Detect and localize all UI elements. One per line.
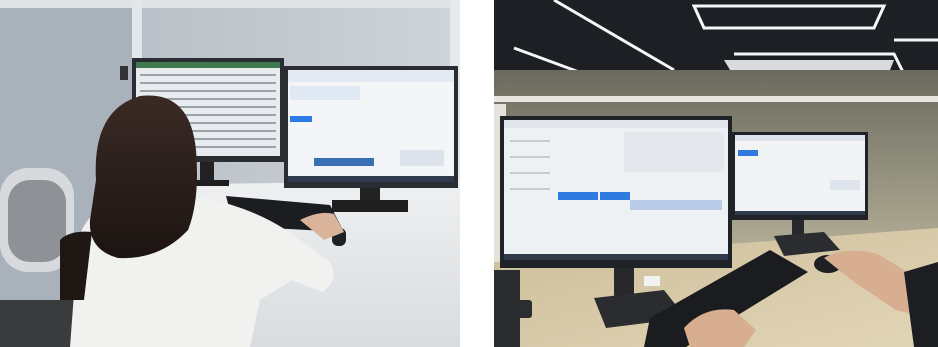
partition-top-rail: [494, 96, 938, 102]
photo-left-scene: [0, 0, 460, 347]
photo-right-workstation: [494, 0, 938, 347]
partition-hook: [120, 66, 128, 80]
partition-frame-top: [0, 0, 460, 8]
photo-left-office-worker: [0, 0, 460, 347]
photo-right-scene: [494, 0, 938, 347]
desk-divider-left: [494, 270, 520, 347]
